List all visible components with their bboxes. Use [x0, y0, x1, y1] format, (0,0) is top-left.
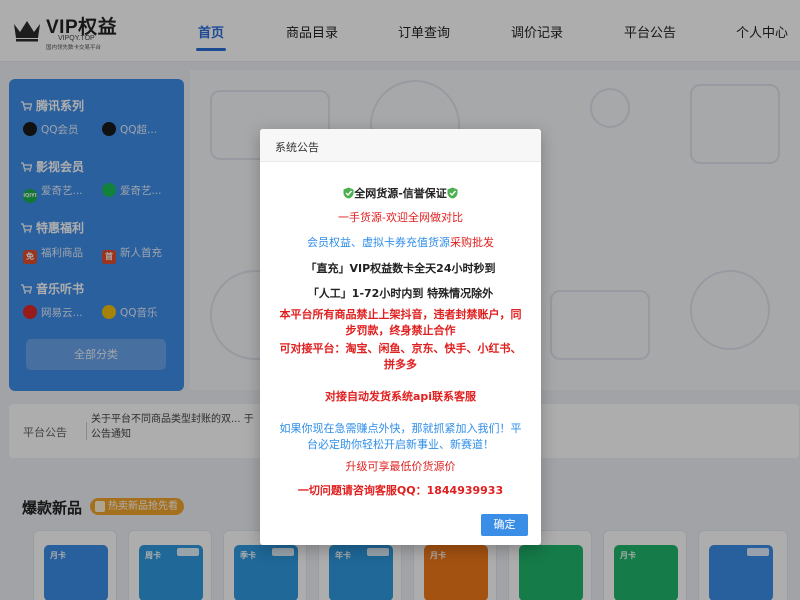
announcement-text-red: 采购批发 [450, 236, 494, 249]
confirm-button[interactable]: 确定 [481, 514, 528, 536]
announcement-line: 对接自动发货系统api联系客服 [324, 390, 477, 403]
dialog-header: 系统公告 [260, 129, 541, 162]
announcement-text-blue: 会员权益、虚拟卡券充值货源 [307, 236, 450, 249]
announcement-line: 升级可享最低价货源价 [345, 460, 456, 473]
announcement-line: 「直充」VIP权益数卡全天24小时秒到 [305, 262, 496, 275]
announcement-line: 拼多多 [384, 358, 417, 371]
announcement-line: 一手货源-欢迎全网做对比 [338, 211, 463, 224]
shield-check-icon [343, 187, 354, 199]
system-announcement-dialog: 系统公告 全网货源-信誉保证 一手货源-欢迎全网做对比 会员权益、虚拟卡券充值货… [260, 129, 541, 545]
announcement-line: 本平台所有商品禁止上架抖音，违者封禁账户，同 [279, 308, 522, 321]
announcement-line: 台必定助你轻松开启新事业、新赛道！ [307, 438, 494, 451]
announcement-line: 会员权益、虚拟卡券充值货源采购批发 [270, 234, 531, 251]
announcement-line: 步罚款，终身禁止合作 [345, 324, 456, 337]
announcement-line: 「人工」1-72小时内到 特殊情况除外 [307, 287, 494, 300]
announcement-line: 全网货源-信誉保证 [270, 185, 531, 202]
announcement-line: 可对接平台：淘宝、闲鱼、京东、快手、小红书、 [279, 342, 522, 355]
dialog-title: 系统公告 [275, 141, 319, 154]
announcement-line: 如果你现在急需赚点外快，那就抓紧加入我们！平 [279, 422, 522, 435]
announcement-headline: 全网货源-信誉保证 [354, 187, 447, 200]
announcement-line: 一切问题请咨询客服QQ：1844939933 [297, 484, 504, 497]
shield-check-icon [447, 187, 458, 199]
